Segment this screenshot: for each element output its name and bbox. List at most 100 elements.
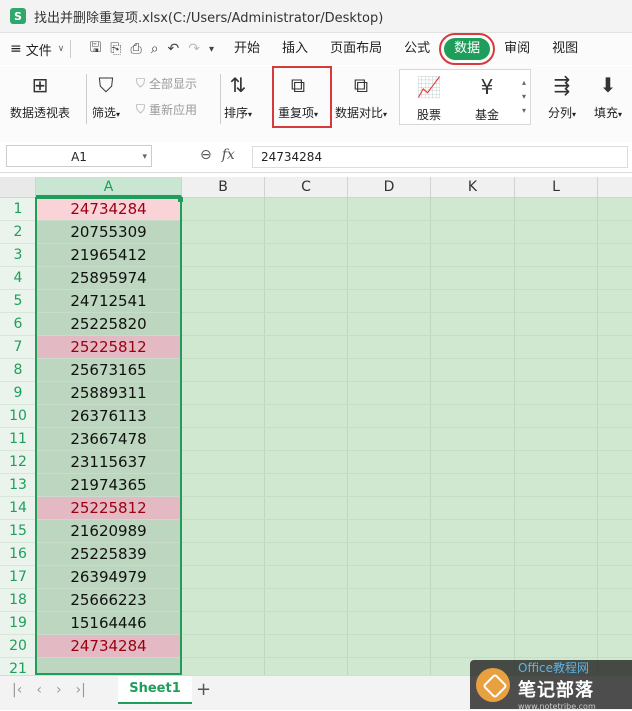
row-header[interactable]: 1 [0, 198, 36, 221]
filter-label: 筛选▾ [92, 106, 121, 120]
cell[interactable]: 23667478 [37, 428, 180, 451]
tab-page-layout[interactable]: 页面布局 [322, 38, 390, 60]
fx-icon[interactable]: fx [222, 147, 235, 163]
data-compare-button[interactable]: ⧉ 数据对比▾ [335, 72, 387, 121]
row-header[interactable]: 8 [0, 359, 36, 382]
filter-button[interactable]: ⛉ 筛选▾ [92, 72, 120, 121]
row-header[interactable]: 10 [0, 405, 36, 428]
tab-formulas[interactable]: 公式 [396, 38, 438, 60]
duplicate-cell[interactable]: 25225812 [37, 336, 180, 359]
row-header[interactable]: 19 [0, 612, 36, 635]
formula-input[interactable]: 24734284 [252, 146, 628, 168]
row-header[interactable]: 12 [0, 451, 36, 474]
show-all-button[interactable]: ⛉ 全部显示 [136, 75, 197, 92]
row-header[interactable]: 5 [0, 290, 36, 313]
watermark-top: Office教程网 [518, 660, 590, 675]
data-compare-icon: ⧉ [353, 73, 369, 97]
redo-icon[interactable]: ↷ [188, 41, 200, 57]
sort-button[interactable]: ⇅ 排序▾ [224, 72, 252, 121]
column-header-b[interactable]: B [182, 177, 265, 197]
duplicate-cell[interactable]: 24734284 [37, 635, 180, 658]
cell[interactable]: 15164446 [37, 612, 180, 635]
row-header[interactable]: 13 [0, 474, 36, 497]
row-header[interactable]: 16 [0, 543, 36, 566]
sort-icon: ⇅ [229, 73, 247, 97]
fill-handle[interactable] [178, 197, 183, 202]
print-icon[interactable]: ⎙ [130, 41, 141, 57]
row-header[interactable]: 11 [0, 428, 36, 451]
cell[interactable]: 21620989 [37, 520, 180, 543]
duplicates-button[interactable]: ⧉ 重复项▾ [278, 72, 318, 121]
column-header-c[interactable]: C [265, 177, 348, 197]
column-header-d[interactable]: D [348, 177, 431, 197]
row-header[interactable]: 14 [0, 497, 36, 520]
duplicate-cell[interactable]: 25225812 [37, 497, 180, 520]
cell[interactable]: 25895974 [37, 267, 180, 290]
row-header[interactable]: 18 [0, 589, 36, 612]
row-header[interactable]: 21 [0, 658, 36, 675]
cell[interactable]: 25225839 [37, 543, 180, 566]
file-menu-button[interactable]: ≡ 文件 ∨ [10, 40, 64, 59]
gridline [181, 266, 632, 267]
tab-home[interactable]: 开始 [226, 38, 268, 60]
column-header-k[interactable]: K [431, 177, 515, 197]
stock-label: 股票 [416, 108, 441, 122]
fund-button[interactable]: ¥ 基金 [474, 74, 500, 123]
select-all-corner[interactable] [0, 177, 36, 197]
last-sheet-icon[interactable]: ›| [76, 682, 86, 698]
column-header-l[interactable]: L [515, 177, 598, 197]
cell[interactable]: 26376113 [37, 405, 180, 428]
row-header[interactable]: 2 [0, 221, 36, 244]
duplicate-cell[interactable]: 24734284 [37, 198, 180, 221]
more-dropdown-icon[interactable]: ▾ [209, 44, 214, 55]
prev-sheet-icon[interactable]: ‹ [36, 682, 42, 698]
cell[interactable]: 26394979 [37, 566, 180, 589]
stock-button[interactable]: 📈 股票 [416, 74, 442, 123]
cell[interactable]: 23115637 [37, 451, 180, 474]
tab-review[interactable]: 审阅 [496, 38, 538, 60]
save-icon[interactable]: 🖫 [89, 37, 101, 61]
reapply-label: 重新应用 [149, 103, 198, 117]
tab-view[interactable]: 视图 [544, 38, 586, 60]
export-pdf-icon[interactable]: ⎘ [110, 41, 121, 57]
cell[interactable]: 20755309 [37, 221, 180, 244]
cell[interactable] [37, 658, 180, 675]
row-header[interactable]: 4 [0, 267, 36, 290]
row-header[interactable]: 15 [0, 520, 36, 543]
reapply-button[interactable]: ⛉ 重新应用 [136, 101, 197, 118]
cell[interactable]: 21974365 [37, 474, 180, 497]
gridline [347, 197, 348, 675]
cell[interactable]: 25666223 [37, 589, 180, 612]
fill-button[interactable]: ⬇ 填充▾ [594, 72, 622, 121]
gridline [181, 450, 632, 451]
row-header[interactable]: 3 [0, 244, 36, 267]
sheet-tab-sheet1[interactable]: Sheet1 [118, 676, 192, 704]
cell[interactable]: 21965412 [37, 244, 180, 267]
column-header-a[interactable]: A [36, 177, 182, 197]
next-sheet-icon[interactable]: › [56, 682, 62, 698]
zoom-search-icon[interactable]: ⊖ [200, 147, 212, 163]
cell[interactable]: 25889311 [37, 382, 180, 405]
pivot-table-button[interactable]: ⊞ 数据透视表 [10, 72, 70, 121]
wps-logo-icon: S [10, 8, 26, 24]
row-header[interactable]: 9 [0, 382, 36, 405]
duplicates-label: 重复项▾ [278, 106, 319, 120]
print-preview-icon[interactable]: ⌕ [151, 41, 159, 57]
row-header[interactable]: 17 [0, 566, 36, 589]
cell[interactable]: 25673165 [37, 359, 180, 382]
first-sheet-icon[interactable]: |‹ [12, 682, 22, 698]
split-column-button[interactable]: ⇶ 分列▾ [548, 72, 576, 121]
gallery-scroll-icon[interactable]: ▴ ▾ ▾ [522, 76, 526, 118]
chevron-down-icon: ∨ [57, 44, 65, 54]
cell[interactable]: 24712541 [37, 290, 180, 313]
cell[interactable]: 25225820 [37, 313, 180, 336]
undo-icon[interactable]: ↶ [168, 41, 180, 57]
add-sheet-icon[interactable]: + [196, 679, 211, 700]
row-header[interactable]: 20 [0, 635, 36, 658]
row-header[interactable]: 6 [0, 313, 36, 336]
row-header[interactable]: 7 [0, 336, 36, 359]
name-box[interactable]: A1 ▾ [6, 145, 152, 167]
spreadsheet-grid[interactable]: A B C D K L 1 24734284 2 20755309 3 21965412 4… [0, 177, 632, 675]
tab-insert[interactable]: 插入 [274, 38, 316, 60]
tab-data[interactable]: 数据 [439, 33, 496, 65]
